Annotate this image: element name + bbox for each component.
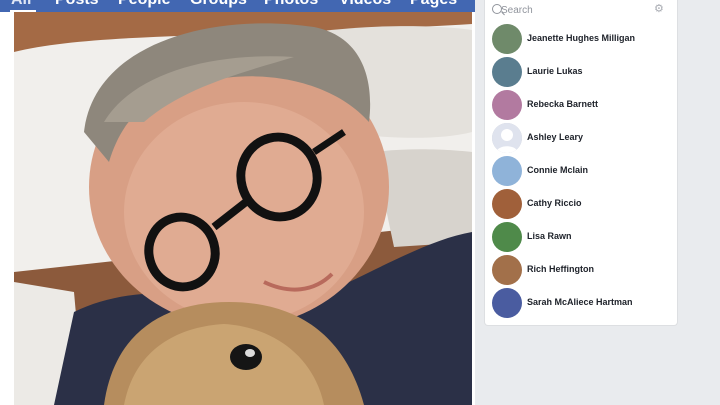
contact-item[interactable]: Rebecka Barnett bbox=[491, 90, 673, 120]
contact-item[interactable]: Sarah McAliece Hartman bbox=[491, 288, 673, 318]
avatar bbox=[492, 288, 522, 318]
contact-name: Sarah McAliece Hartman bbox=[527, 297, 633, 307]
person-silhouette-icon bbox=[492, 123, 522, 153]
avatar bbox=[492, 222, 522, 252]
contact-item[interactable]: Cathy Riccio bbox=[491, 189, 673, 219]
contact-item[interactable]: Ashley Leary bbox=[491, 123, 673, 153]
contact-name: Laurie Lukas bbox=[527, 66, 583, 76]
contact-name: Lisa Rawn bbox=[527, 231, 572, 241]
contacts-search-input[interactable] bbox=[501, 2, 651, 18]
contact-name: Jeanette Hughes Milligan bbox=[527, 33, 636, 43]
contact-item[interactable]: Rich Heffington bbox=[491, 255, 673, 285]
tab-people[interactable]: People bbox=[118, 0, 170, 9]
tab-pages[interactable]: Pages bbox=[410, 0, 457, 9]
contact-item[interactable]: Laurie Lukas bbox=[491, 57, 673, 87]
search-results-tabs: All Posts People Groups Photos Videos Pa… bbox=[0, 0, 475, 12]
contact-item[interactable]: Connie Mclain bbox=[491, 156, 673, 186]
tab-groups[interactable]: Groups bbox=[190, 0, 247, 9]
contacts-sidebar: ⚙ Jeanette Hughes Milligan Laurie Lukas … bbox=[484, 0, 678, 326]
tab-posts[interactable]: Posts bbox=[55, 0, 99, 9]
photo-illustration bbox=[14, 12, 472, 405]
avatar bbox=[492, 255, 522, 285]
contact-name: Ashley Leary bbox=[527, 132, 584, 142]
contact-name: Connie Mclain bbox=[527, 165, 589, 175]
avatar bbox=[492, 90, 522, 120]
avatar bbox=[492, 57, 522, 87]
contact-name: Cathy Riccio bbox=[527, 198, 582, 208]
tab-photos[interactable]: Photos bbox=[264, 0, 318, 9]
tab-all[interactable]: All bbox=[11, 0, 31, 9]
gear-icon[interactable]: ⚙ bbox=[654, 3, 665, 14]
avatar bbox=[492, 24, 522, 54]
page-scrollbar[interactable] bbox=[714, 0, 720, 405]
avatar bbox=[492, 156, 522, 186]
contact-item[interactable]: Lisa Rawn bbox=[491, 222, 673, 252]
contact-item[interactable]: Jeanette Hughes Milligan bbox=[491, 24, 673, 54]
contact-name: Rich Heffington bbox=[527, 264, 594, 274]
post-photo[interactable] bbox=[14, 12, 472, 405]
contacts-search: ⚙ bbox=[489, 2, 673, 18]
contact-name: Rebecka Barnett bbox=[527, 99, 599, 109]
default-avatar bbox=[492, 123, 522, 153]
tab-videos[interactable]: Videos bbox=[339, 0, 391, 9]
avatar bbox=[492, 189, 522, 219]
